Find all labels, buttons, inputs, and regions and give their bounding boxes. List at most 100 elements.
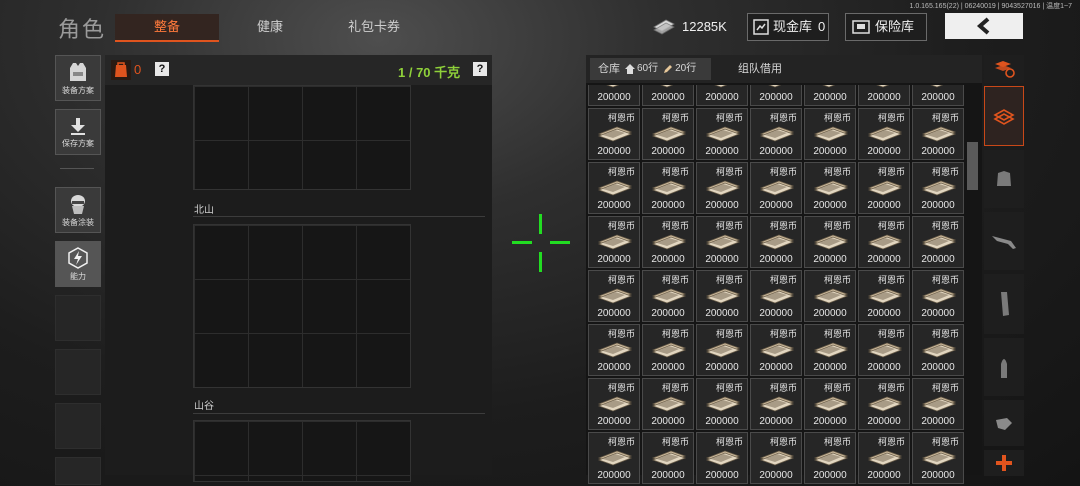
save-plan-button[interactable]: 保存方案 (55, 109, 101, 155)
safe-button[interactable]: 保险库 (845, 13, 927, 41)
item-cell[interactable]: 柯恩币200000 (858, 216, 910, 268)
item-cell[interactable]: 柯恩币200000 (858, 108, 910, 160)
item-cell[interactable]: 柯恩币200000 (696, 324, 748, 376)
item-amount: 200000 (705, 146, 739, 157)
ability-button[interactable]: 能力 (55, 241, 101, 287)
item-cell[interactable]: 柯恩币200000 (912, 216, 964, 268)
item-cell[interactable]: 柯恩币200000 (750, 432, 802, 484)
container-grid[interactable] (193, 85, 411, 190)
item-amount: 200000 (651, 308, 685, 319)
add-button[interactable] (984, 450, 1024, 476)
item-cell[interactable]: 柯恩币200000 (696, 216, 748, 268)
item-name: 柯恩币 (823, 113, 851, 123)
container-grid[interactable] (193, 420, 411, 482)
category-attachments[interactable] (984, 400, 1024, 446)
item-cell[interactable]: 柯恩币200000 (750, 108, 802, 160)
item-cell[interactable]: 柯恩币200000 (750, 270, 802, 322)
item-cell[interactable]: 柯恩币200000 (642, 108, 694, 160)
item-cell[interactable]: 柯恩币200000 (588, 432, 640, 484)
help-icon[interactable]: ? (155, 62, 169, 76)
warehouse-scrollbar[interactable] (967, 142, 978, 190)
attachment-icon (996, 418, 1012, 430)
item-cell[interactable]: 柯恩币200000 (804, 432, 856, 484)
item-cell[interactable]: 柯恩币200000 (912, 432, 964, 484)
item-cell[interactable]: 柯恩币200000 (642, 432, 694, 484)
item-amount: 200000 (867, 308, 901, 319)
item-cell[interactable]: 柯恩币200000 (750, 85, 802, 106)
item-cell[interactable]: 柯恩币200000 (858, 324, 910, 376)
item-cell[interactable]: 柯恩币200000 (804, 324, 856, 376)
item-cell[interactable]: 柯恩币200000 (588, 378, 640, 430)
section-label: 北山 (194, 205, 214, 216)
tab-loadout[interactable]: 整备 (115, 14, 219, 42)
item-cell[interactable]: 柯恩币200000 (858, 432, 910, 484)
cash-vault-button[interactable]: 现金库 0 (747, 13, 829, 41)
item-amount: 200000 (651, 200, 685, 211)
item-cell[interactable]: 柯恩币200000 (750, 324, 802, 376)
category-magazines[interactable] (984, 274, 1024, 334)
item-cell[interactable]: 柯恩币 200000 (696, 108, 748, 160)
item-cell[interactable]: 柯恩币200000 (912, 108, 964, 160)
item-cell[interactable]: 柯恩币 200000 (642, 270, 694, 322)
item-name: 柯恩币 (607, 113, 635, 123)
item-cell[interactable]: 柯恩币200000 (642, 324, 694, 376)
item-cell[interactable]: 柯恩币200000 (588, 270, 640, 322)
item-cell[interactable]: 柯恩币200000 (642, 85, 694, 106)
equipment-skin-button[interactable]: 装备涂装 (55, 187, 101, 233)
item-name: 柯恩币 (715, 113, 743, 123)
item-cell[interactable]: 柯恩币200000 (750, 216, 802, 268)
item-cell[interactable]: 柯恩币200000 (588, 108, 640, 160)
category-ammo[interactable] (984, 338, 1024, 396)
item-cell[interactable]: 柯恩币200000 (912, 378, 964, 430)
tab-team-borrow[interactable]: 组队借用 (720, 58, 800, 80)
backpack-count: 0 (134, 62, 142, 77)
item-cell[interactable]: 柯恩币200000 (588, 85, 640, 106)
item-name: 柯恩币 (661, 275, 689, 285)
item-cell[interactable]: 柯恩币200000 (912, 85, 964, 106)
item-cell[interactable]: 柯恩币200000 (912, 270, 964, 322)
item-cell[interactable]: 柯恩币200000 (642, 216, 694, 268)
item-name: 柯恩币 (769, 383, 797, 393)
banknote-stack-icon (921, 288, 957, 304)
item-amount: 200000 (813, 92, 847, 103)
page-title: 角色 (58, 17, 107, 42)
item-cell[interactable]: 柯恩币200000 (696, 432, 748, 484)
item-cell[interactable]: 柯恩币200000 (750, 378, 802, 430)
banknote-stack-icon (867, 396, 903, 412)
item-cell[interactable]: 柯恩币200000 (804, 378, 856, 430)
item-cell[interactable]: 柯恩币200000 (696, 270, 748, 322)
item-cell[interactable]: 柯恩币200000 (696, 85, 748, 106)
item-cell[interactable]: 柯恩币200000 (804, 270, 856, 322)
item-cell[interactable]: 柯恩币200000 (696, 378, 748, 430)
category-weapons[interactable] (984, 212, 1024, 270)
item-cell[interactable]: 柯恩币200000 (912, 324, 964, 376)
item-cell[interactable]: 柯恩币200000 (696, 162, 748, 214)
item-name: 柯恩币 (877, 167, 905, 177)
tab-gift-cards[interactable]: 礼包卡券 (322, 14, 426, 40)
item-cell[interactable]: 柯恩币200000 (588, 216, 640, 268)
item-cell[interactable]: 柯恩币200000 (804, 85, 856, 106)
item-cell[interactable]: 柯恩币200000 (804, 108, 856, 160)
category-armor[interactable] (984, 150, 1024, 208)
item-cell[interactable]: 柯恩币200000 (858, 85, 910, 106)
item-cell[interactable]: 柯恩币200000 (804, 216, 856, 268)
item-cell[interactable]: 柯恩币200000 (642, 378, 694, 430)
help-icon[interactable]: ? (473, 62, 487, 76)
tab-health[interactable]: 健康 (218, 14, 322, 40)
item-cell[interactable]: 柯恩币200000 (858, 378, 910, 430)
item-cell[interactable]: 柯恩币200000 (642, 162, 694, 214)
container-grid[interactable] (193, 224, 411, 388)
item-cell[interactable]: 柯恩币200000 (804, 162, 856, 214)
item-cell[interactable]: 柯恩币200000 (588, 162, 640, 214)
sort-button[interactable] (984, 55, 1024, 83)
banknote-stack-icon (921, 342, 957, 358)
loadout-plan-button[interactable]: 装备方案 (55, 55, 101, 101)
item-cell[interactable]: 柯恩币200000 (858, 162, 910, 214)
item-cell[interactable]: 柯恩币200000 (858, 270, 910, 322)
item-cell[interactable]: 柯恩币200000 (750, 162, 802, 214)
item-cell[interactable]: 柯恩币200000 (912, 162, 964, 214)
back-button[interactable] (945, 13, 1023, 39)
item-cell[interactable]: 柯恩币200000 (588, 324, 640, 376)
tab-warehouse[interactable]: 仓库 60行 20行 (590, 58, 711, 80)
category-currency[interactable] (984, 86, 1024, 146)
